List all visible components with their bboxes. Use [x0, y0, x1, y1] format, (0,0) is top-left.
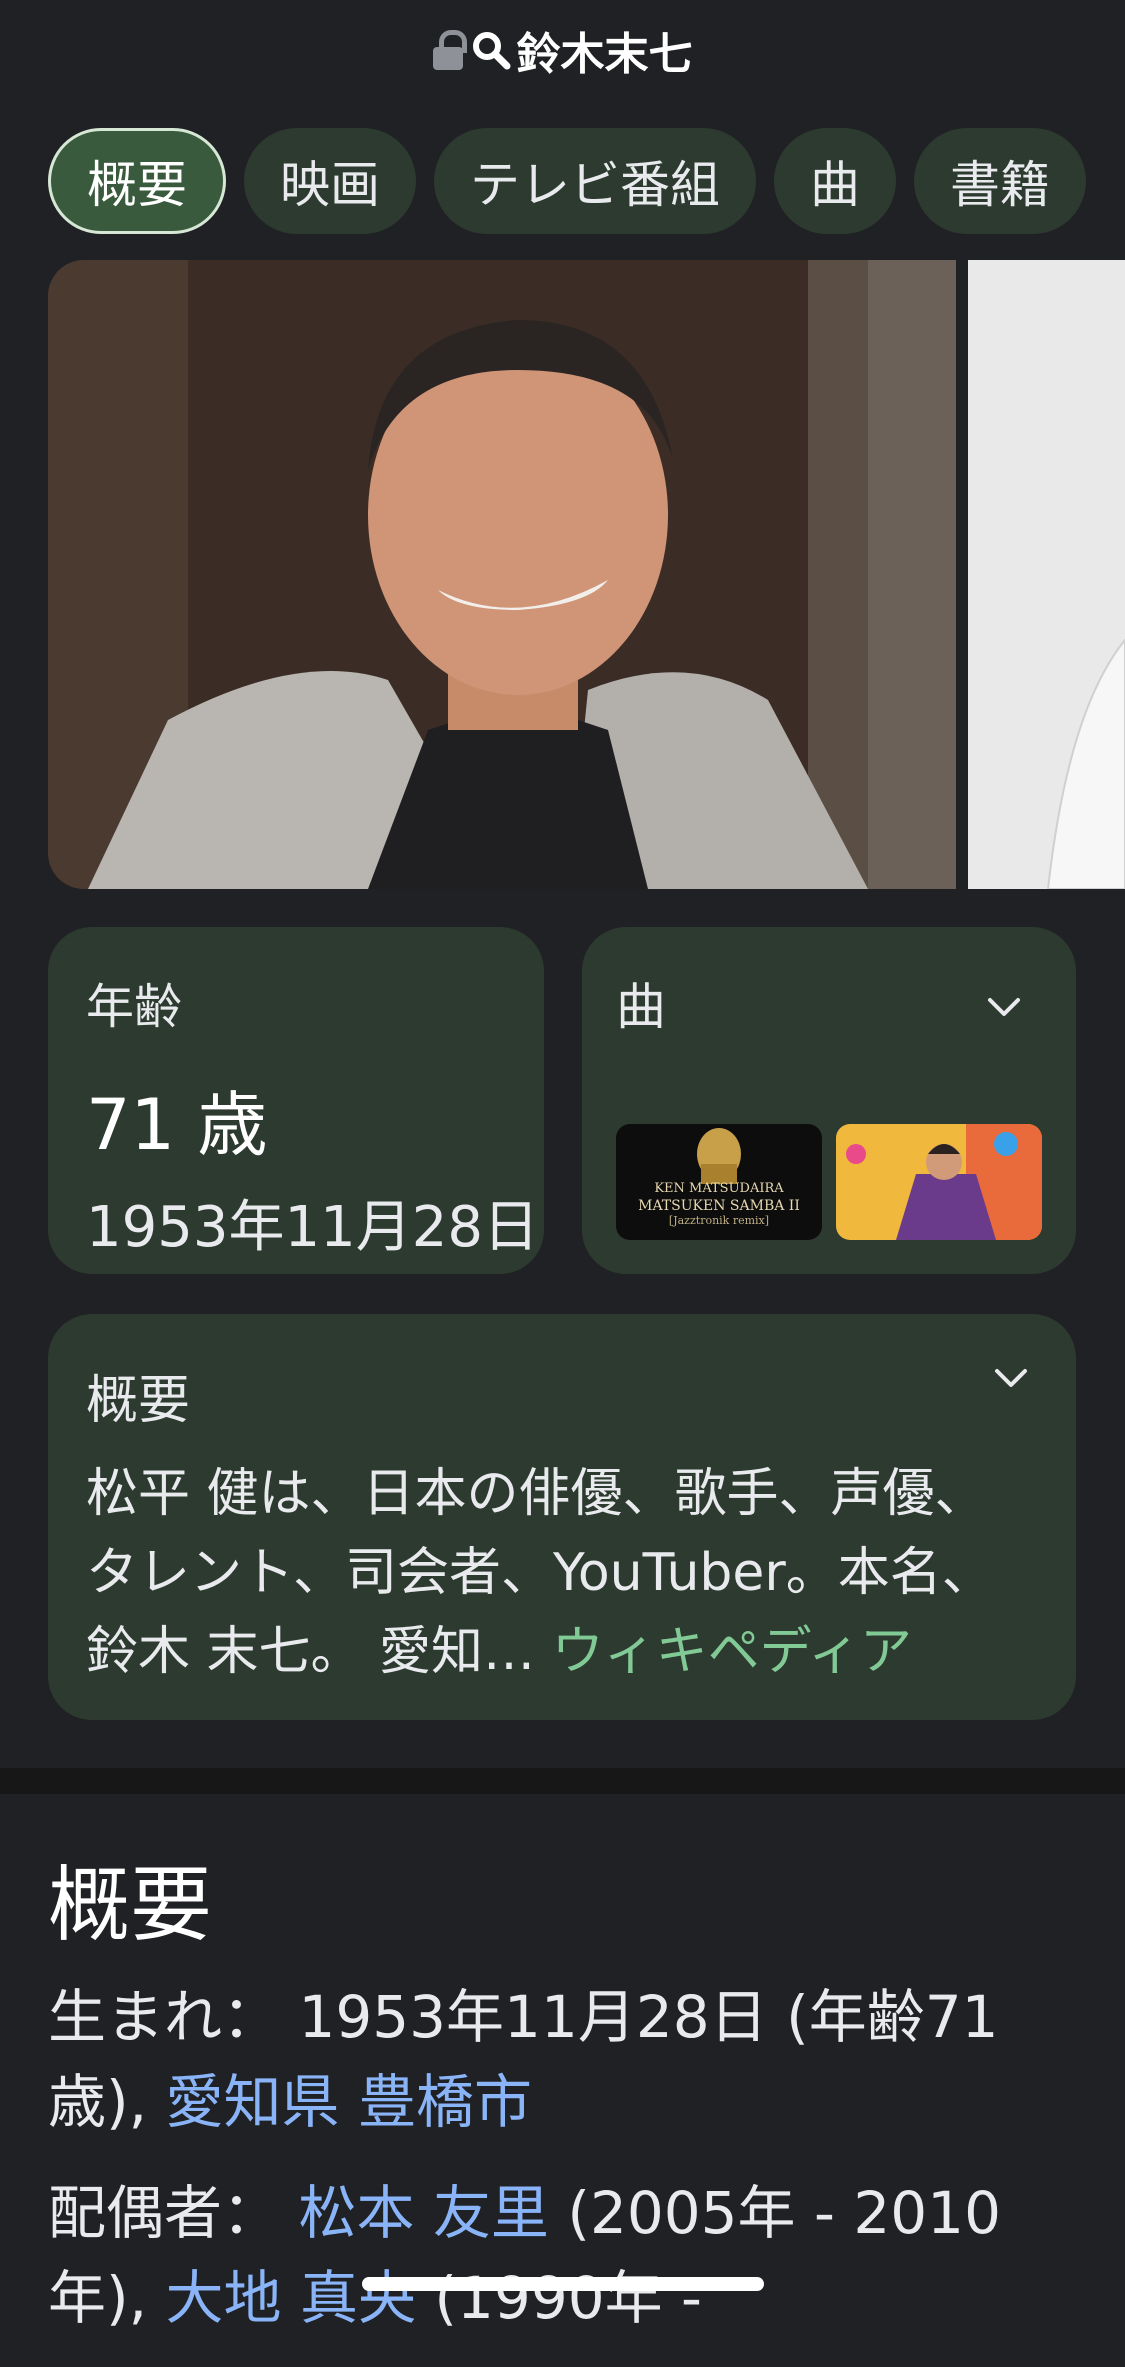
profile-photo[interactable] [48, 260, 956, 889]
summary-text: 松平 健は、日本の俳優、歌手、声優、タレント、司会者、YouTuber。本名、鈴… [86, 1455, 1038, 1692]
age-label: 年齢 [86, 979, 183, 1035]
album-cover-2[interactable] [836, 1124, 1042, 1240]
overview-heading: 概要 [48, 1858, 213, 1953]
search-query: 鈴木末七 [516, 29, 693, 80]
tab-tv-shows[interactable]: テレビ番組 [434, 128, 756, 234]
wikipedia-link[interactable]: ウィキペディア [552, 1622, 912, 1682]
section-divider [0, 1768, 1125, 1794]
tab-songs[interactable]: 曲 [774, 128, 896, 234]
album-line-2: MATSUKEN SAMBA II [638, 1198, 800, 1214]
tab-overview[interactable]: 概要 [48, 128, 226, 234]
spouse-2-link[interactable]: 大地 真央 [166, 2264, 416, 2332]
profile-photo-2[interactable] [968, 260, 1125, 889]
fact-spouse: 配偶者： 松本 友里 (2005年 - 2010年), 大地 真央 (1990年… [48, 2171, 1078, 2341]
album-cover-matsuken-samba[interactable]: KEN MATSUDAIRA MATSUKEN SAMBA II [Jazztr… [616, 1124, 822, 1240]
address-bar[interactable]: 鈴木末七 [0, 0, 1125, 100]
birth-date: 1953年11月28日 [86, 1195, 540, 1260]
home-indicator[interactable] [362, 2277, 764, 2291]
tab-books[interactable]: 書籍 [914, 128, 1086, 234]
album-line-3: [Jazztronik remix] [669, 1214, 769, 1227]
spouse-label: 配偶者： [48, 2179, 281, 2247]
songs-label: 曲 [616, 978, 666, 1036]
lock-icon [432, 30, 467, 70]
chevron-down-icon[interactable] [984, 987, 1024, 1027]
born-place-link[interactable]: 愛知県 豊橋市 [166, 2068, 532, 2136]
spouse-1-link[interactable]: 松本 友里 [298, 2179, 548, 2247]
fact-born: 生まれ： 1953年11月28日 (年齢71歳), 愛知県 豊橋市 [48, 1975, 1078, 2145]
spouse-2-years: (1990年 - [434, 2264, 702, 2332]
tab-movies[interactable]: 映画 [244, 128, 416, 234]
summary-card[interactable]: 概要 松平 健は、日本の俳優、歌手、声優、タレント、司会者、YouTuber。本… [48, 1314, 1076, 1720]
tab-bar: 概要 映画 テレビ番組 曲 書籍 [48, 128, 1086, 234]
songs-card[interactable]: 曲 KEN MATSUDAIRA MATSUKEN SAMBA II [Jazz… [582, 927, 1076, 1274]
chevron-down-icon[interactable] [991, 1358, 1031, 1398]
summary-label: 概要 [86, 1371, 191, 1431]
facts-list: 生まれ： 1953年11月28日 (年齢71歳), 愛知県 豊橋市 配偶者： 松… [48, 1975, 1078, 2367]
search-icon [472, 32, 510, 70]
album-line-1: KEN MATSUDAIRA [654, 1181, 784, 1196]
born-label: 生まれ： [48, 1983, 281, 2051]
age-value: 71 歳 [86, 1084, 268, 1166]
age-card[interactable]: 年齢 71 歳 1953年11月28日 [48, 927, 544, 1274]
